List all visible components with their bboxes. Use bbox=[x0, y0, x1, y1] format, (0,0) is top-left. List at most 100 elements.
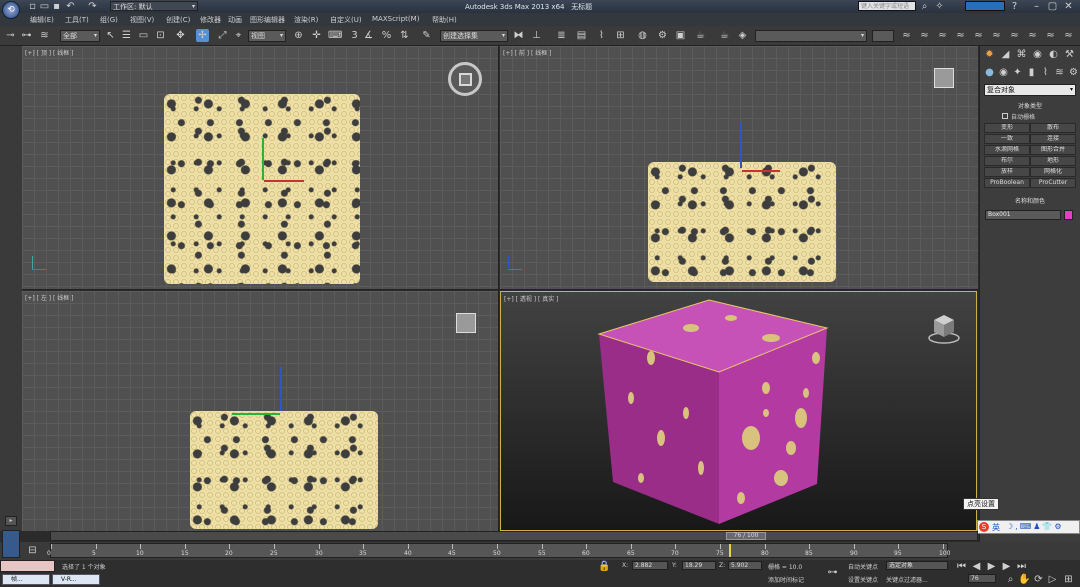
render-setup-icon[interactable]: ⚙ bbox=[656, 29, 669, 42]
snap-toggle[interactable]: 3 bbox=[348, 29, 361, 42]
curve-editor-icon[interactable]: ⌇ bbox=[595, 29, 608, 42]
bind-space-warp-icon[interactable]: ≋ bbox=[38, 29, 51, 42]
minimize-icon[interactable]: – bbox=[1030, 0, 1043, 13]
pivot-center-icon[interactable]: ⊕ bbox=[292, 29, 305, 42]
ribbon-icon-3[interactable]: ≈ bbox=[936, 29, 949, 42]
select-object-icon[interactable]: ↖ bbox=[104, 29, 117, 42]
viewcube-front-icon[interactable] bbox=[934, 68, 954, 88]
menu-edit[interactable]: 编辑(E) bbox=[30, 15, 54, 25]
boolean-button[interactable]: 布尔 bbox=[984, 156, 1030, 166]
connect-button[interactable]: 连接 bbox=[1030, 134, 1076, 144]
ime-language-toggle[interactable]: 英 bbox=[992, 522, 1000, 533]
object-category-dropdown[interactable]: 复合对象 ▾ bbox=[984, 84, 1076, 96]
ime-tools-icon[interactable]: ☽,⌨♟👕⚙ bbox=[1006, 522, 1064, 531]
select-scale-icon[interactable]: ⤢ bbox=[216, 29, 229, 42]
reference-coord-dropdown[interactable]: 视图 ▾ bbox=[248, 30, 286, 42]
menu-views[interactable]: 视图(V) bbox=[130, 15, 154, 25]
maximize-viewport-icon[interactable]: ⊞ bbox=[1062, 573, 1075, 586]
redo-icon[interactable]: ↷ bbox=[86, 0, 99, 13]
track-bar-icon[interactable]: ⊟ bbox=[26, 544, 39, 557]
viewport-top-label[interactable]: [+] [ 顶 ] [ 线框 ] bbox=[25, 48, 74, 57]
procutter-button[interactable]: ProCutter bbox=[1030, 178, 1076, 188]
selection-filter-dropdown[interactable]: 全部 ▾ bbox=[60, 30, 100, 42]
ribbon-icon-8[interactable]: ≈ bbox=[1026, 29, 1039, 42]
ime-toolbar[interactable]: S 英 ☽,⌨♟👕⚙ bbox=[977, 520, 1080, 534]
menu-help[interactable]: 帮助(H) bbox=[432, 15, 457, 25]
y-coordinate-field[interactable]: 18.29 bbox=[682, 561, 716, 570]
percent-snap-icon[interactable]: % bbox=[380, 29, 393, 42]
time-slider-thumb[interactable]: 76 / 100 bbox=[726, 532, 766, 540]
menu-rendering[interactable]: 渲染(R) bbox=[294, 15, 318, 25]
x-coordinate-field[interactable]: 2.882 bbox=[632, 561, 668, 570]
object-name-input[interactable]: Box001 bbox=[985, 210, 1061, 220]
maximize-icon[interactable]: ▢ bbox=[1046, 0, 1059, 13]
menu-animation[interactable]: 动画 bbox=[228, 15, 242, 25]
rendered-frame-window-icon[interactable]: ▣ bbox=[674, 29, 687, 42]
rect-selection-icon[interactable]: ▭ bbox=[137, 29, 150, 42]
foam-object-top[interactable] bbox=[164, 94, 360, 284]
menu-customize[interactable]: 自定义(U) bbox=[330, 15, 362, 25]
viewport-front[interactable]: [+] [ 前 ] [ 线框 ] bbox=[500, 46, 978, 290]
viewcube-perspective-icon[interactable] bbox=[926, 310, 962, 346]
foam-object-left[interactable] bbox=[190, 411, 378, 529]
search-icon[interactable]: ⌕ bbox=[918, 0, 931, 13]
select-rotate-icon[interactable]: ✢ bbox=[196, 29, 209, 42]
viewport-front-label[interactable]: [+] [ 前 ] [ 线框 ] bbox=[503, 48, 552, 57]
create-tab-icon[interactable]: ✹ bbox=[983, 48, 996, 61]
mini-curve-editor-toggle[interactable] bbox=[2, 530, 20, 558]
unlink-icon[interactable]: ⊶ bbox=[20, 29, 33, 42]
link-icon[interactable]: ⊸ bbox=[4, 29, 17, 42]
ribbon-icon-7[interactable]: ≈ bbox=[1008, 29, 1021, 42]
save-file-icon[interactable]: ▪ bbox=[50, 0, 63, 13]
undo-icon[interactable]: ↶ bbox=[64, 0, 77, 13]
next-frame-icon[interactable]: ▶ bbox=[1000, 560, 1013, 573]
render-type-field[interactable] bbox=[872, 30, 894, 42]
ribbon-icon-4[interactable]: ≈ bbox=[954, 29, 967, 42]
shapes-icon[interactable]: ◉ bbox=[997, 66, 1010, 79]
taskbar-item-1[interactable]: 帧... bbox=[2, 574, 50, 585]
systems-icon[interactable]: ⚙ bbox=[1067, 66, 1080, 79]
ribbon-icon-6[interactable]: ≈ bbox=[990, 29, 1003, 42]
set-key-icon[interactable]: ⊶ bbox=[826, 566, 839, 579]
mirror-icon[interactable]: ⧓ bbox=[512, 29, 525, 42]
cameras-icon[interactable]: ▮ bbox=[1025, 66, 1038, 79]
modify-tab-icon[interactable]: ◢ bbox=[999, 48, 1012, 61]
menu-group[interactable]: 组(G) bbox=[100, 15, 118, 25]
current-frame-field[interactable]: 76 bbox=[968, 574, 996, 583]
boolean-cube-object[interactable] bbox=[591, 298, 841, 530]
ribbon-icon-9[interactable]: ≈ bbox=[1044, 29, 1057, 42]
align-icon[interactable]: ⊥ bbox=[530, 29, 543, 42]
taskbar-item-2[interactable]: V-R... bbox=[52, 574, 100, 585]
hierarchy-tab-icon[interactable]: ⌘ bbox=[1015, 48, 1028, 61]
geometry-icon[interactable]: ● bbox=[983, 66, 996, 79]
play-icon[interactable]: ▶ bbox=[985, 560, 998, 573]
auto-key-button[interactable]: 自动关键点 bbox=[848, 562, 878, 571]
prev-frame-icon[interactable]: ◀ bbox=[970, 560, 983, 573]
helpers-icon[interactable]: ⌇ bbox=[1039, 66, 1052, 79]
fov-icon[interactable]: ▷ bbox=[1046, 573, 1059, 586]
graphite-ribbon-icon[interactable]: ▤ bbox=[575, 29, 588, 42]
spacewarps-icon[interactable]: ≋ bbox=[1053, 66, 1066, 79]
ribbon-icon-10[interactable]: ≈ bbox=[1062, 29, 1075, 42]
edit-named-selection-icon[interactable]: ✎ bbox=[420, 29, 433, 42]
menu-tools[interactable]: 工具(T) bbox=[65, 15, 89, 25]
sogou-logo-icon[interactable]: S bbox=[979, 522, 989, 532]
ribbon-icon-1[interactable]: ≈ bbox=[900, 29, 913, 42]
viewport-left[interactable]: [+] [ 左 ] [ 线框 ] bbox=[22, 291, 499, 531]
time-slider-track[interactable]: 76 / 100 bbox=[50, 531, 978, 541]
select-move-icon[interactable]: ✥ bbox=[174, 29, 187, 42]
window-crossing-icon[interactable]: ⊡ bbox=[154, 29, 167, 42]
foam-object-front[interactable] bbox=[648, 162, 836, 282]
keyboard-shortcut-icon[interactable]: ⌨ bbox=[328, 29, 342, 42]
select-by-name-icon[interactable]: ☰ bbox=[120, 29, 133, 42]
lock-selection-icon[interactable]: 🔒 bbox=[598, 560, 611, 573]
key-icon[interactable]: ✧ bbox=[933, 0, 946, 13]
named-selection-dropdown[interactable]: 创建选择集 ▾ bbox=[440, 30, 508, 42]
scroll-arrow-icon[interactable]: ▸ bbox=[5, 516, 17, 526]
schematic-view-icon[interactable]: ⊞ bbox=[614, 29, 627, 42]
display-tab-icon[interactable]: ◐ bbox=[1047, 48, 1060, 61]
material-editor-icon[interactable]: ◍ bbox=[636, 29, 649, 42]
utilities-tab-icon[interactable]: ⚒ bbox=[1063, 48, 1076, 61]
scatter-button[interactable]: 散布 bbox=[1030, 123, 1076, 133]
go-to-end-icon[interactable]: ⏭ bbox=[1015, 560, 1028, 573]
